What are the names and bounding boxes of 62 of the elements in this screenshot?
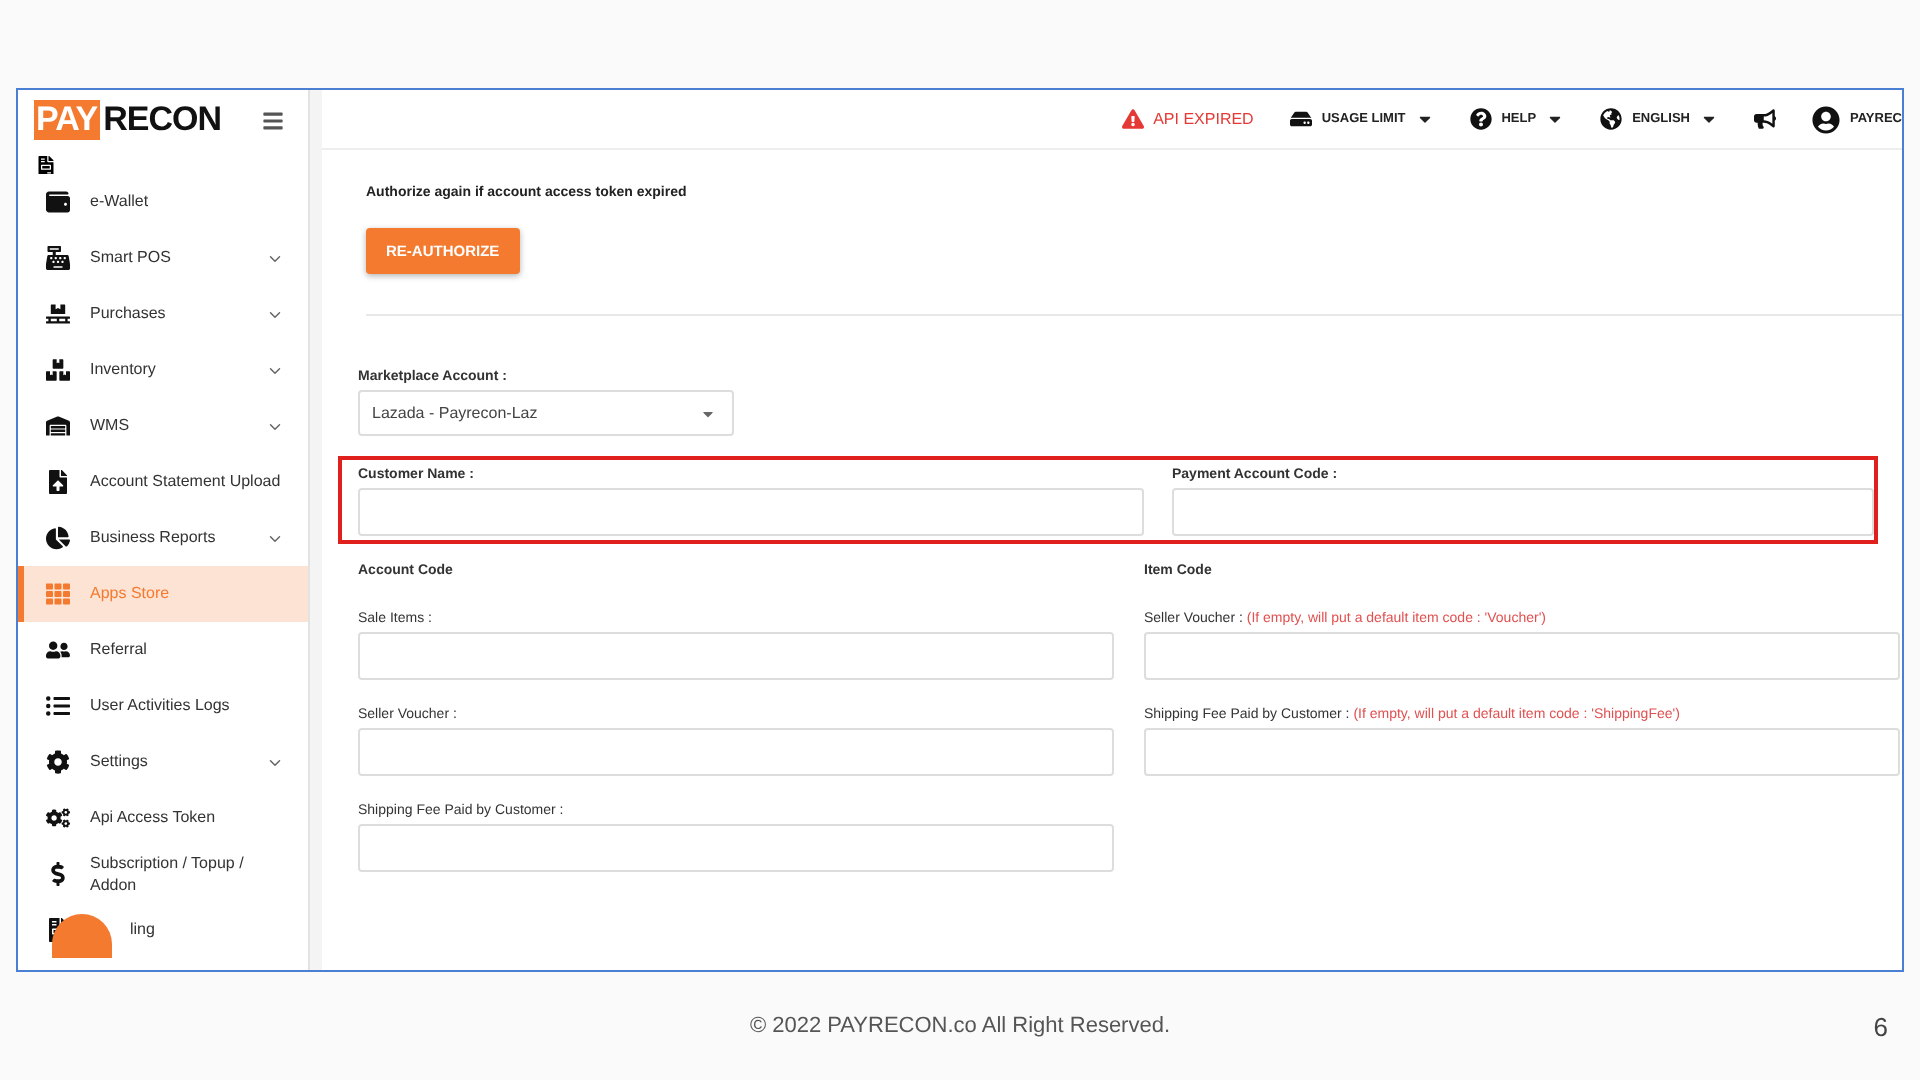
sidebar-item[interactable]: Api Access Token [18,790,308,846]
page-number: 6 [1873,1012,1888,1042]
sidebar-label: Inventory [90,358,158,382]
sidebar-item[interactable]: Settings [18,734,308,790]
sidebar-item[interactable]: Referral [18,622,308,678]
text-field[interactable] [1172,488,1874,536]
menu-icon[interactable] [262,109,284,131]
grid-icon [46,582,70,606]
sidebar-item[interactable]: Inventory [18,342,308,398]
gears-icon [46,806,70,830]
sidebar-item[interactable]: Purchases [18,286,308,342]
megaphone-icon [1753,108,1776,130]
sidebar-item[interactable]: User Activities Logs [18,678,308,734]
sidebar-item[interactable]: e-Wallet [18,174,308,230]
users-icon [46,638,70,662]
text-field[interactable] [358,728,1114,776]
sidebar-label: User Activities Logs [90,694,232,718]
pie-chart-icon [46,526,70,550]
upload-icon [46,470,70,494]
sidebar-item[interactable]: Account Statement Upload [18,454,308,510]
sidebar-label: Purchases [90,302,168,326]
settings-icon [46,750,70,774]
dollar-icon [46,862,70,886]
list-icon [46,694,70,718]
sidebar-item[interactable]: ling [18,902,308,958]
sidebar-label: Referral [90,638,149,662]
help-icon [1469,108,1492,130]
sidebar-label: Apps Store [90,582,172,606]
text-field[interactable] [358,632,1114,680]
sidebar-label: Account Statement Upload [90,470,283,494]
drive-icon [1289,108,1312,130]
sidebar-label: Api Access Token [90,806,218,830]
sidebar-label: Subscription / Topup / Addon [90,851,246,897]
document-icon[interactable] [36,156,56,174]
text-field[interactable] [358,824,1114,872]
user-icon [1811,105,1840,133]
text-field[interactable] [1144,632,1900,680]
boxes-icon [46,358,70,382]
sidebar-label: ling [128,918,157,942]
wallet-icon [46,190,70,214]
text-field[interactable] [1144,728,1900,776]
sidebar-item[interactable]: Subscription / Topup / Addon [18,846,308,902]
globe-icon [1600,108,1623,130]
cash-register-icon [46,246,70,270]
sidebar-label: e-Wallet [90,190,151,214]
marketplace-select[interactable]: Lazada - Payrecon-Laz [358,390,734,436]
copyright-text: © 2022 PAYRECON.co All Right Reserved. [749,1014,1171,1038]
pallet-icon [46,302,70,326]
warning-icon [1121,108,1144,130]
text-field[interactable] [358,488,1144,536]
sidebar-item[interactable]: Smart POS [18,230,308,286]
sidebar-label: Smart POS [90,246,173,270]
sidebar-item[interactable]: WMS [18,398,308,454]
sidebar-label: Settings [90,750,150,774]
warehouse-icon [46,414,70,438]
sidebar-label: Business Reports [90,526,218,550]
announcement-button[interactable] [1753,108,1776,130]
sidebar-item[interactable]: Business Reports [18,510,308,566]
sidebar-label: WMS [90,414,132,438]
logo-text: PAY [34,100,100,140]
topbar-item[interactable]: API EXPIRED [1121,108,1254,130]
logo-text: RECON [103,100,222,140]
